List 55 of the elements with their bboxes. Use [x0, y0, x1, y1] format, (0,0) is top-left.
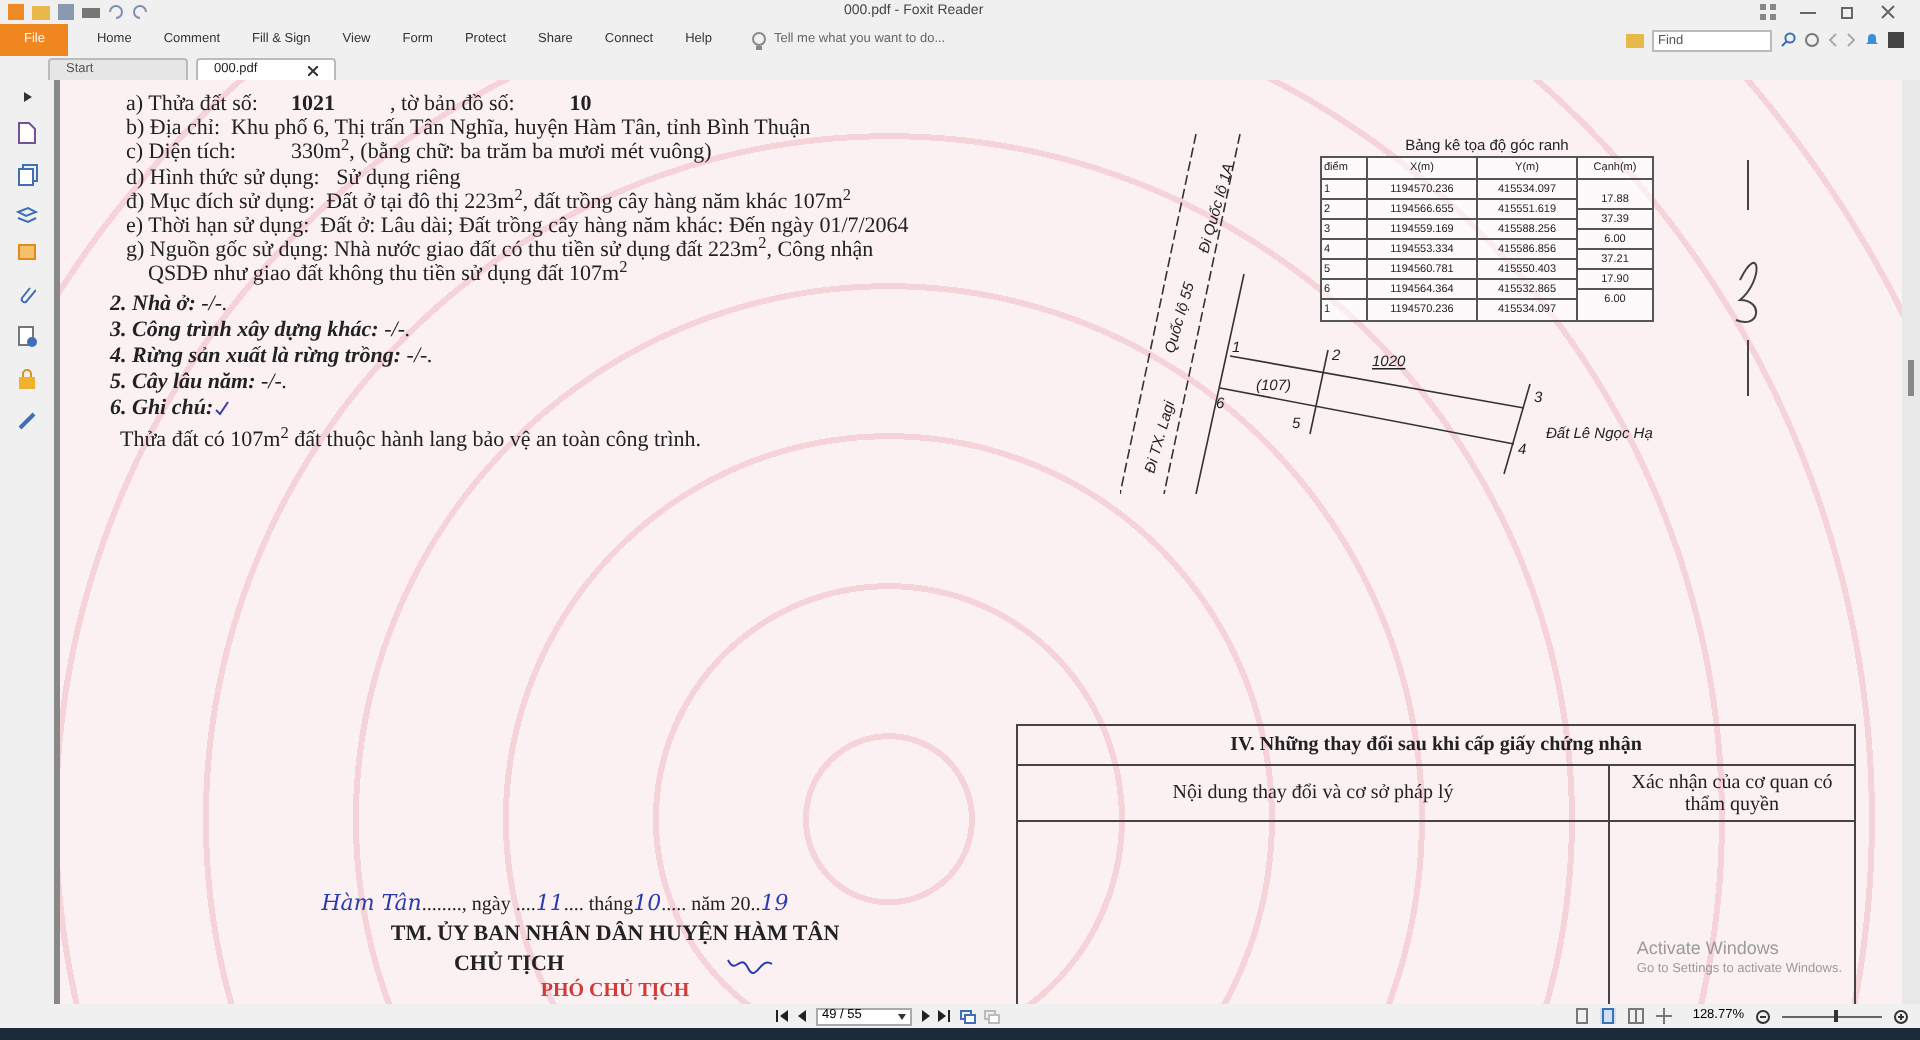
- section-heading: 4. Rừng sản xuất là rừng trồng: -/-.: [110, 343, 433, 370]
- previous-page-icon[interactable]: [798, 1010, 808, 1022]
- zoom-slider[interactable]: [1782, 1010, 1882, 1022]
- paperclip-icon[interactable]: [18, 284, 36, 306]
- parcel-detail-text: g) Nguồn gốc sử dụng: Nhà nước giao đất có thu tiền sử dụng đất 223m$^{2}$, Công nhận: [124, 238, 876, 263]
- parcel-detail-text: c) Diện tích: 330m$^{2}$, (bằng chữ: ba trăm ba mươi mét vuông): [124, 140, 714, 166]
- bell-icon[interactable]: [1864, 32, 1880, 48]
- activation-title: Activate Windows: [1636, 938, 1781, 960]
- expand-arrow-icon[interactable]: [23, 92, 31, 102]
- zoom-out-icon[interactable]: [1756, 1009, 1770, 1023]
- lock-icon[interactable]: [18, 368, 36, 390]
- parcel-detail-text: QSDĐ như giao đất không thu tiền sử dụng đất 107m$^{2}$: [146, 262, 628, 288]
- print-icon[interactable]: [82, 4, 100, 20]
- wand-icon[interactable]: [17, 410, 37, 430]
- pages-icon[interactable]: [17, 164, 37, 186]
- restore-icon[interactable]: [1840, 4, 1856, 20]
- scrollbar[interactable]: [1902, 80, 1920, 1004]
- next-page-icon[interactable]: [920, 1010, 930, 1022]
- zoom-in-icon[interactable]: [1894, 1009, 1908, 1023]
- section-heading: 3. Công trình xây dựng khác: -/-.: [110, 317, 411, 344]
- document-check-icon[interactable]: [17, 326, 37, 348]
- date-line: Hàm Tân........, ngày ....11.... tháng10..... năm 20..19: [321, 888, 789, 920]
- dropdown-arrow-icon[interactable]: [898, 1013, 906, 1019]
- close-icon[interactable]: [308, 65, 318, 75]
- page-icon[interactable]: [18, 122, 36, 144]
- search-icon[interactable]: [1780, 32, 1796, 48]
- layout-icon[interactable]: [1760, 4, 1776, 20]
- split-page-icon[interactable]: [1656, 1008, 1673, 1024]
- last-page-icon[interactable]: [938, 1010, 952, 1022]
- parcel-detail-text: đ) Mục đích sử dụng: Đất ở tại đô thị 223m$^{2}$, đất trồng cây hàng năm khác 107m$^{2}$: [124, 189, 854, 215]
- layers-icon[interactable]: [16, 206, 38, 224]
- check-mark-icon: [213, 400, 230, 417]
- single-page-icon[interactable]: [1576, 1008, 1589, 1024]
- lightbulb-icon: [751, 31, 766, 49]
- first-page-icon[interactable]: [776, 1010, 790, 1022]
- column-header: Nội dung thay đổi và cơ sở pháp lý: [1170, 780, 1456, 808]
- slider-thumb[interactable]: [1834, 1010, 1839, 1022]
- column-header: Xác nhận của cơ quan có thẩm quyền: [1608, 766, 1854, 820]
- redo-icon[interactable]: [132, 4, 148, 20]
- parcel-detail-text: e) Thời hạn sử dụng: Đất ở: Lâu dài; Đất trồng cây hàng năm khác: Đến ngày 01/7/2064: [124, 214, 911, 239]
- parcel-detail-text: d) Hình thức sử dụng: Sử dụng riêng: [124, 165, 463, 190]
- section-heading: 2. Nhà ở: -/-.: [110, 291, 228, 318]
- organization-title: TM. ỦY BAN NHÂN DÂN HUYỆN HÀM TÂN: [390, 920, 840, 950]
- table-title: IV. Những thay đổi sau khi cấp giấy chứng nhận: [1018, 726, 1854, 766]
- comment-icon[interactable]: [17, 244, 37, 264]
- undo-icon[interactable]: [108, 4, 124, 20]
- note-text: Thửa đất có 107m$^{2}$ đất thuộc hành lang bảo vệ an toàn công trình.: [118, 427, 704, 454]
- parcel-detail-text: a) Thửa đất số: 1021 , tờ bản đồ số: 10: [124, 92, 594, 117]
- section-heading: 6. Ghi chú:: [110, 395, 214, 422]
- facing-pages-icon[interactable]: [1628, 1008, 1645, 1024]
- signatory-title: CHỦ TỊCH: [453, 950, 565, 978]
- parcel-detail-text: b) Địa chỉ: Khu phố 6, Thị trấn Tân Nghĩa, huyện Hàm Tân, tỉnh Bình Thuận: [124, 116, 813, 141]
- stamp-text: PHÓ CHỦ TỊCH: [540, 980, 690, 1004]
- section-heading: 5. Cây lâu năm: -/-.: [110, 369, 288, 396]
- continuous-page-icon[interactable]: [1600, 1008, 1617, 1024]
